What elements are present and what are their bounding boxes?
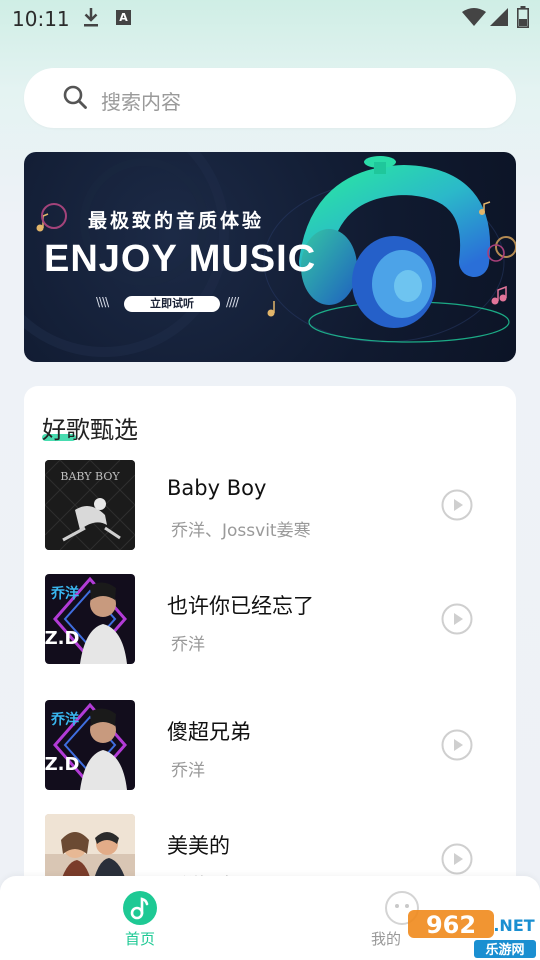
album-cover: BABY BOY: [45, 460, 135, 550]
banner-subtitle: 最极致的音质体验: [88, 210, 265, 232]
song-item[interactable]: 乔洋 Z.D 也许你已经忘了 乔洋: [24, 574, 516, 664]
song-item[interactable]: BABY BOY Baby Boy 乔洋、Jossvit姜寒: [24, 460, 516, 550]
section-title: 好歌甄选: [42, 416, 138, 444]
keyboard-badge-icon: A: [116, 10, 131, 25]
song-artist: 乔洋: [171, 635, 205, 655]
song-title: 傻超兄弟: [167, 720, 251, 744]
cellular-icon: [490, 8, 508, 26]
song-title: 也许你已经忘了: [167, 594, 314, 618]
listen-now-button[interactable]: 立即试听: [124, 296, 220, 312]
search-input[interactable]: 搜索内容: [101, 86, 181, 115]
wifi-icon: [462, 8, 486, 26]
banner-deco-left: \\\\: [96, 295, 109, 309]
download-icon: [84, 8, 98, 27]
cover-text: 乔洋: [50, 585, 79, 602]
music-note-icon: [123, 891, 157, 925]
song-list-card: 好歌甄选 BABY BOY Baby Boy 乔洋、Jossvit姜寒 乔洋 Z…: [24, 386, 516, 946]
watermark-suffix: .NET: [493, 916, 534, 935]
svg-text:Z.D: Z.D: [45, 628, 79, 649]
search-bar[interactable]: 搜索内容: [24, 68, 516, 128]
nav-home-label: 首页: [124, 930, 155, 948]
nav-me-label: 我的: [370, 930, 401, 948]
search-icon: [63, 85, 87, 109]
song-title: Baby Boy: [167, 476, 267, 500]
album-cover: 乔洋 Z.D: [45, 574, 135, 664]
song-artist: 乔洋、Jossvit姜寒: [171, 521, 311, 541]
song-title: 美美的: [167, 834, 230, 858]
site-watermark-logo: 962 .NET 乐游网: [408, 910, 536, 958]
cover-text: 乔洋: [50, 711, 79, 728]
battery-icon: [517, 6, 529, 28]
play-icon[interactable]: [441, 489, 473, 521]
banner-title: ENJOY MUSIC: [44, 238, 317, 280]
play-icon[interactable]: [441, 729, 473, 761]
status-time: 10:11: [12, 7, 70, 31]
banner-deco-right: ////: [226, 295, 239, 309]
play-icon[interactable]: [441, 843, 473, 875]
status-bar: 10:11 A: [0, 0, 540, 38]
svg-text:Z.D: Z.D: [45, 754, 79, 775]
watermark-number: 962: [426, 911, 476, 939]
nav-home-tab[interactable]: 首页: [100, 890, 180, 950]
promo-banner[interactable]: 最极致的音质体验 ENJOY MUSIC \\\\ 立即试听 ////: [24, 152, 516, 362]
song-item[interactable]: 乔洋 Z.D 傻超兄弟 乔洋: [24, 700, 516, 790]
watermark-sub: 乐游网: [485, 942, 524, 958]
album-cover: 乔洋 Z.D: [45, 700, 135, 790]
song-artist: 乔洋: [171, 761, 205, 781]
cover-text: BABY BOY: [60, 470, 120, 483]
play-icon[interactable]: [441, 603, 473, 635]
